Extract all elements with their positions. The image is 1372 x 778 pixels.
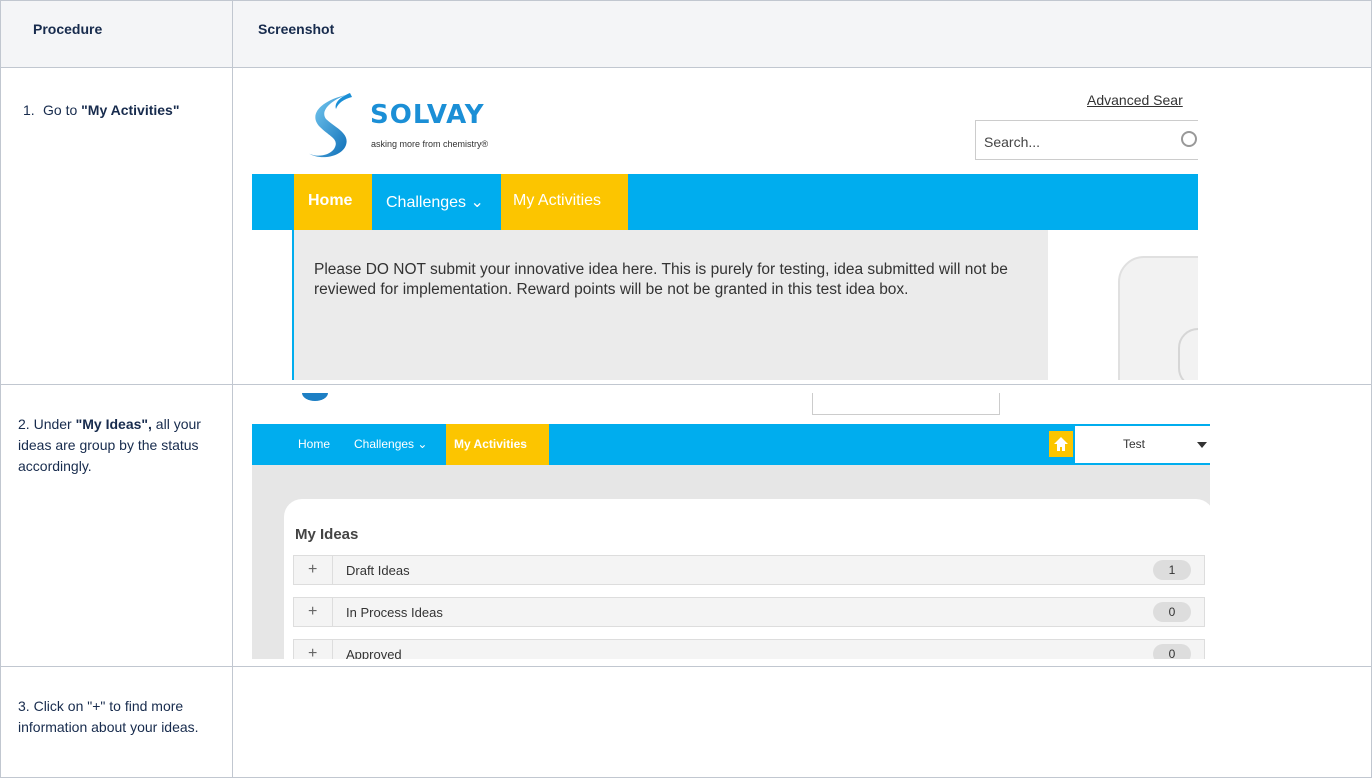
- expand-icon[interactable]: +: [308, 561, 317, 579]
- step-1-cell: 1. Go to "My Activities": [0, 67, 233, 385]
- main-nav: Home Challenges ⌄ My Activities: [252, 174, 1198, 230]
- notice-panel: Please DO NOT submit your innovative ide…: [292, 230, 1048, 380]
- nav-challenges[interactable]: Challenges ⌄: [386, 174, 484, 230]
- search-input[interactable]: Search...: [975, 120, 1198, 160]
- idea-group-row[interactable]: + In Process Ideas 0: [293, 597, 1205, 627]
- expand-icon[interactable]: +: [308, 603, 317, 621]
- step-3-cell: 3. Click on "+" to find more information…: [0, 666, 233, 778]
- search-placeholder: Search...: [984, 134, 1041, 150]
- screenshot-3-cell: [232, 666, 1372, 778]
- activities-nav: Home Challenges ⌄ My Activities Test: [252, 424, 1210, 465]
- nav-my-activities[interactable]: My Activities: [446, 424, 549, 465]
- device-illustration: [1118, 256, 1198, 380]
- idea-count-badge: 0: [1153, 602, 1191, 622]
- my-activities-screenshot: Home Challenges ⌄ My Activities Test My …: [252, 393, 1210, 659]
- header-procedure: Procedure: [0, 0, 233, 68]
- idea-group-row[interactable]: + Approved 0: [293, 639, 1205, 659]
- search-icon[interactable]: [1181, 131, 1197, 147]
- idea-group-row[interactable]: + Draft Ideas 1: [293, 555, 1205, 585]
- nav-home[interactable]: Home: [294, 174, 372, 230]
- notice-text: Please DO NOT submit your innovative ide…: [314, 261, 1008, 298]
- brand-name: SOLVAY: [370, 100, 485, 130]
- step-2-text: 2. Under "My Ideas", all your ideas are …: [18, 416, 201, 474]
- idea-group-label: In Process Ideas: [346, 605, 443, 620]
- chevron-down-icon: [1197, 442, 1207, 448]
- header-screenshot: Screenshot: [232, 0, 1372, 68]
- expand-icon[interactable]: +: [308, 645, 317, 659]
- brand-tagline: asking more from chemistry®: [371, 139, 489, 149]
- my-ideas-title: My Ideas: [295, 526, 359, 543]
- logo-fragment: [302, 393, 328, 401]
- step-2-cell: 2. Under "My Ideas", all your ideas are …: [0, 384, 233, 667]
- step-3-text: 3. Click on "+" to find more information…: [18, 698, 199, 735]
- solvay-homepage-screenshot: SOLVAY asking more from chemistry® Advan…: [252, 86, 1198, 380]
- nav-my-activities[interactable]: My Activities: [501, 174, 628, 230]
- search-box-fragment: [812, 393, 1000, 415]
- idea-count-badge: 0: [1153, 644, 1191, 659]
- home-icon[interactable]: [1049, 431, 1073, 457]
- user-name: Test: [1123, 437, 1146, 451]
- advanced-search-link[interactable]: Advanced Sear: [1087, 92, 1183, 108]
- nav-challenges[interactable]: Challenges ⌄: [354, 424, 427, 465]
- idea-group-label: Approved: [346, 647, 402, 659]
- user-dropdown[interactable]: Test: [1075, 426, 1210, 463]
- nav-home[interactable]: Home: [298, 424, 330, 465]
- idea-group-label: Draft Ideas: [346, 563, 410, 578]
- solvay-logo-icon: [308, 93, 352, 158]
- idea-count-badge: 1: [1153, 560, 1191, 580]
